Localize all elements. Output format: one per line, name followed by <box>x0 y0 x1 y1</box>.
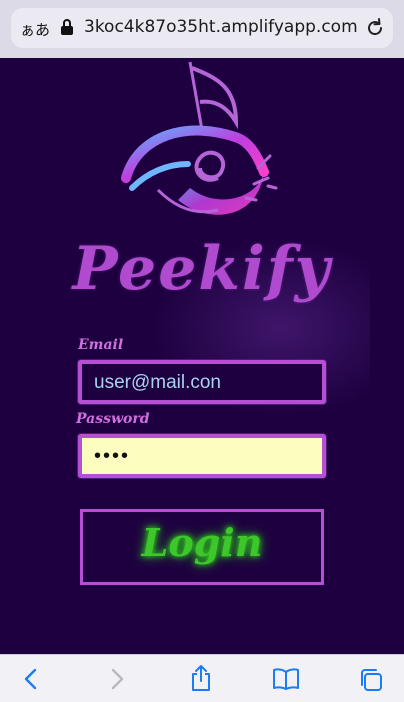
email-label: Email <box>78 337 124 353</box>
url-text[interactable]: 3koc4k87o35ht.amplifyapp.com <box>84 17 360 37</box>
password-label: Password <box>76 411 150 427</box>
email-value: user@mail.con <box>94 372 221 393</box>
forward-icon[interactable] <box>106 667 128 695</box>
bookmarks-icon[interactable] <box>272 667 300 695</box>
login-label: Login <box>141 520 263 565</box>
tabs-icon[interactable] <box>358 667 384 697</box>
reload-icon[interactable] <box>364 17 386 43</box>
password-field[interactable]: •••• <box>78 434 326 478</box>
app-screen: Peekify Email user@mail.con Password •••… <box>0 58 404 654</box>
browser-toolbar <box>0 654 404 702</box>
share-icon[interactable] <box>189 664 213 696</box>
back-icon[interactable] <box>20 667 42 695</box>
brand-title: Peekify <box>72 234 332 304</box>
lock-icon <box>60 18 74 40</box>
text-size-button[interactable]: ぁあ <box>20 19 50 40</box>
password-value: •••• <box>94 445 131 467</box>
email-field[interactable]: user@mail.con <box>78 360 326 404</box>
login-button[interactable]: Login <box>80 509 324 585</box>
eye-music-logo-icon <box>118 60 278 244</box>
browser-top-bar: ぁあ 3koc4k87o35ht.amplifyapp.com <box>0 0 404 58</box>
